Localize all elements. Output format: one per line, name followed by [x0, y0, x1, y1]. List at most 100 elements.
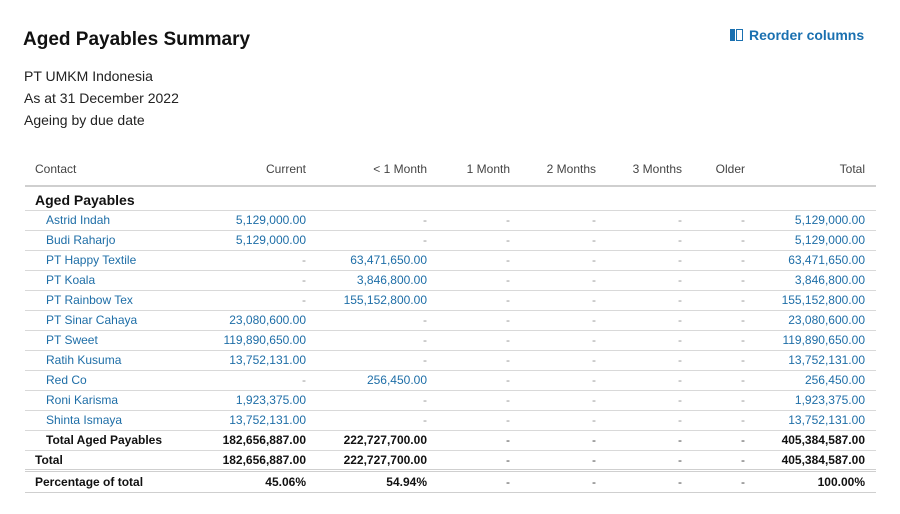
organization-name: PT UMKM Indonesia: [24, 68, 153, 84]
cell-less-than-1-month[interactable]: 3,846,800.00: [317, 270, 438, 291]
cell-3-months: -: [607, 390, 693, 411]
cell-current: 182,656,887.00: [195, 430, 317, 451]
cell-3-months: -: [607, 410, 693, 431]
cell-total: 100.00%: [756, 470, 876, 493]
ageing-basis: Ageing by due date: [24, 112, 145, 128]
cell-1-month: -: [438, 290, 521, 311]
cell-less-than-1-month[interactable]: 155,152,800.00: [317, 290, 438, 311]
cell-older: -: [693, 250, 756, 271]
table-row: PT Koala -3,846,800.00- - - -3,846,800.00: [25, 270, 876, 291]
cell-total[interactable]: 13,752,131.00: [756, 350, 876, 371]
cell-less-than-1-month: -: [317, 390, 438, 411]
cell-2-months: -: [521, 290, 607, 311]
cell-total[interactable]: 13,752,131.00: [756, 410, 876, 431]
cell-less-than-1-month: 54.94%: [317, 470, 438, 493]
reorder-columns-label: Reorder columns: [749, 27, 865, 43]
cell-total[interactable]: 155,152,800.00: [756, 290, 876, 311]
cell-less-than-1-month: -: [317, 310, 438, 331]
cell-older: -: [693, 230, 756, 251]
cell-3-months: -: [607, 270, 693, 291]
cell-less-than-1-month: 222,727,700.00: [317, 430, 438, 451]
cell-total[interactable]: 5,129,000.00: [756, 210, 876, 231]
column-header-1-month[interactable]: 1 Month: [438, 152, 521, 187]
cell-current[interactable]: 23,080,600.00: [195, 310, 317, 331]
cell-total[interactable]: 3,846,800.00: [756, 270, 876, 291]
cell-current[interactable]: 1,923,375.00: [195, 390, 317, 411]
cell-older: -: [693, 450, 756, 472]
column-header-contact[interactable]: Contact: [25, 152, 195, 187]
cell-2-months: -: [521, 310, 607, 331]
cell-3-months: -: [607, 470, 693, 493]
reorder-columns-button[interactable]: Reorder columns: [730, 27, 864, 43]
table-row-label[interactable]: Budi Raharjo: [25, 230, 195, 251]
cell-total[interactable]: 63,471,650.00: [756, 250, 876, 271]
cell-3-months: -: [607, 310, 693, 331]
table-row-label[interactable]: PT Sweet: [25, 330, 195, 351]
cell-older: -: [693, 270, 756, 291]
cell-current[interactable]: 5,129,000.00: [195, 210, 317, 231]
table-row: PT Rainbow Tex -155,152,800.00- - - -155,152…: [25, 290, 876, 311]
column-header-2-months[interactable]: 2 Months: [521, 152, 607, 187]
table-row: Budi Raharjo 5,129,000.00- - - - -5,129,000.0…: [25, 230, 876, 251]
cell-total[interactable]: 256,450.00: [756, 370, 876, 391]
cell-1-month: -: [438, 330, 521, 351]
cell-1-month: -: [438, 450, 521, 472]
cell-older: -: [693, 430, 756, 451]
table-row: Red Co -256,450.00- - - -256,450.00: [25, 370, 876, 391]
cell-current: -: [195, 370, 317, 391]
cell-older: -: [693, 350, 756, 371]
cell-2-months: -: [521, 330, 607, 351]
cell-current: -: [195, 290, 317, 311]
total-row-label: Total: [25, 450, 195, 472]
cell-2-months: -: [521, 470, 607, 493]
cell-less-than-1-month[interactable]: 63,471,650.00: [317, 250, 438, 271]
cell-3-months: -: [607, 330, 693, 351]
cell-less-than-1-month: -: [317, 410, 438, 431]
cell-2-months: -: [521, 230, 607, 251]
cell-total[interactable]: 5,129,000.00: [756, 230, 876, 251]
subtotal-row-label: Total Aged Payables: [25, 430, 195, 451]
cell-1-month: -: [438, 350, 521, 371]
table-row-label[interactable]: PT Sinar Cahaya: [25, 310, 195, 331]
column-header-current[interactable]: Current: [195, 152, 317, 187]
cell-current[interactable]: 119,890,650.00: [195, 330, 317, 351]
table-row: Roni Karisma 1,923,375.00- - - - -1,923,375.0…: [25, 390, 876, 411]
cell-total[interactable]: 23,080,600.00: [756, 310, 876, 331]
cell-2-months: -: [521, 210, 607, 231]
cell-2-months: -: [521, 450, 607, 472]
table-row-label[interactable]: Ratih Kusuma: [25, 350, 195, 371]
column-header-older[interactable]: Older: [693, 152, 756, 187]
cell-current[interactable]: 5,129,000.00: [195, 230, 317, 251]
cell-3-months: -: [607, 230, 693, 251]
report-meta: PT UMKM Indonesia As at 31 December 2022…: [24, 68, 179, 134]
cell-older: -: [693, 290, 756, 311]
cell-total[interactable]: 1,923,375.00: [756, 390, 876, 411]
table-row-label[interactable]: PT Koala: [25, 270, 195, 291]
table-row-label[interactable]: PT Rainbow Tex: [25, 290, 195, 311]
table-row-label[interactable]: Astrid Indah: [25, 210, 195, 231]
cell-current[interactable]: 13,752,131.00: [195, 350, 317, 371]
table-row-label[interactable]: Red Co: [25, 370, 195, 391]
cell-total: 405,384,587.00: [756, 430, 876, 451]
table-row: Shinta Ismaya 13,752,131.00- - - - -13,752,13…: [25, 410, 876, 431]
table-row-label[interactable]: Roni Karisma: [25, 390, 195, 411]
cell-3-months: -: [607, 450, 693, 472]
cell-2-months: -: [521, 390, 607, 411]
cell-3-months: -: [607, 430, 693, 451]
cell-less-than-1-month: 222,727,700.00: [317, 450, 438, 472]
column-header-less-than-1-month[interactable]: < 1 Month: [317, 152, 438, 187]
cell-current: -: [195, 250, 317, 271]
cell-total[interactable]: 119,890,650.00: [756, 330, 876, 351]
column-header-total[interactable]: Total: [756, 152, 876, 187]
cell-1-month: -: [438, 470, 521, 493]
cell-3-months: -: [607, 210, 693, 231]
columns-icon: [730, 29, 743, 41]
cell-current[interactable]: 13,752,131.00: [195, 410, 317, 431]
cell-less-than-1-month[interactable]: 256,450.00: [317, 370, 438, 391]
percentage-row: Percentage of total 45.06% 54.94% - - - -100.0…: [25, 470, 876, 493]
table-row-label[interactable]: Shinta Ismaya: [25, 410, 195, 431]
cell-3-months: -: [607, 350, 693, 371]
cell-3-months: -: [607, 250, 693, 271]
table-row-label[interactable]: PT Happy Textile: [25, 250, 195, 271]
column-header-3-months[interactable]: 3 Months: [607, 152, 693, 187]
